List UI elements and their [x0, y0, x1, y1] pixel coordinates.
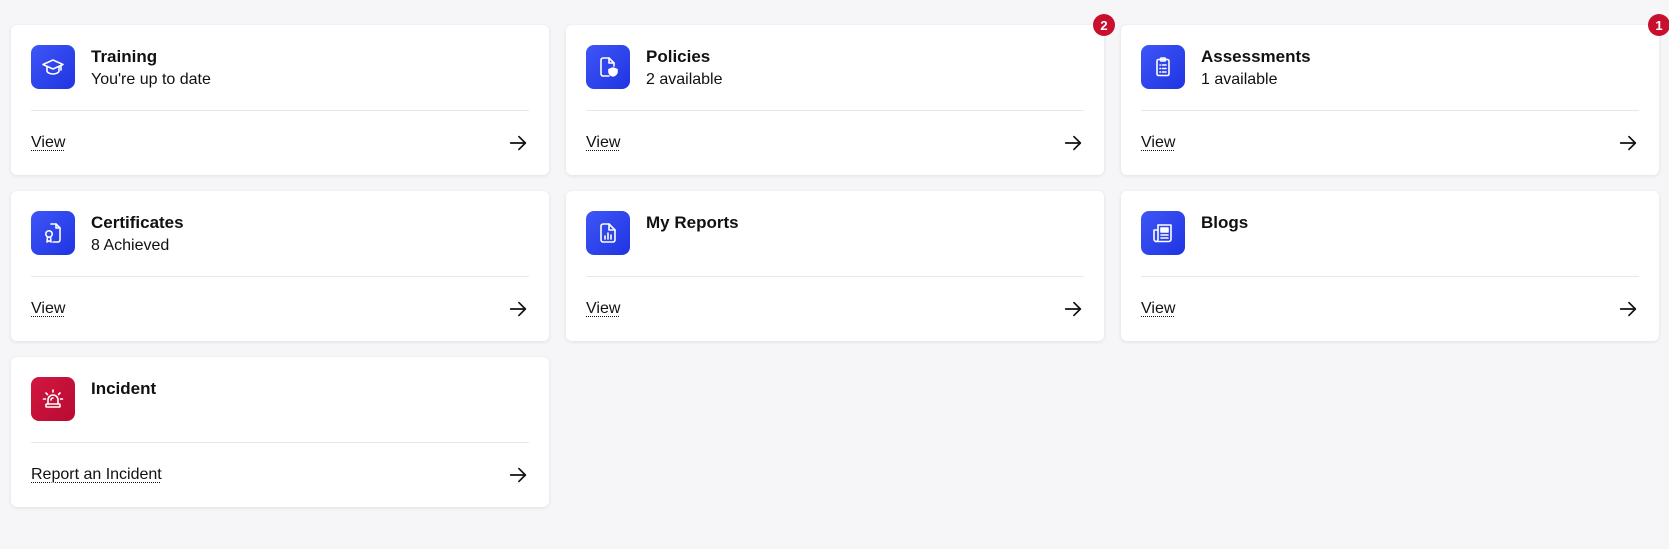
report-chart-document-icon [586, 211, 630, 255]
card-title: Incident [91, 379, 157, 398]
card-title: My Reports [646, 213, 739, 232]
clipboard-list-icon [1141, 45, 1185, 89]
card-subtitle: 8 Achieved [91, 237, 170, 254]
card-title: Policies [646, 47, 711, 66]
arrow-right-icon[interactable] [507, 464, 529, 486]
view-link-label[interactable]: View [1141, 134, 1175, 152]
training-card: Training You're up to date View [11, 25, 549, 175]
card-header: Assessments 1 available [1141, 45, 1639, 91]
assessments-view-link[interactable]: View [1141, 130, 1639, 156]
newspaper-icon [1141, 211, 1185, 255]
card-header: My Reports [586, 211, 1084, 255]
card-title: Training [91, 47, 158, 66]
card-title: Certificates [91, 213, 184, 232]
policies-card: 2 Policies 2 available View [566, 14, 1115, 175]
view-link-label[interactable]: View [31, 134, 65, 152]
divider [31, 276, 529, 277]
notification-badge: 2 [1093, 14, 1115, 36]
divider [31, 442, 529, 443]
my-reports-card: My Reports View [566, 191, 1104, 341]
view-link-label[interactable]: View [1141, 300, 1175, 318]
arrow-right-icon[interactable] [507, 298, 529, 320]
report-incident-label[interactable]: Report an Incident [31, 466, 162, 484]
incident-card: Incident Report an Incident [11, 357, 549, 507]
my-reports-view-link[interactable]: View [586, 296, 1084, 322]
card-header: Incident [31, 377, 529, 421]
policy-document-shield-icon [586, 45, 630, 89]
notification-badge: 1 [1648, 14, 1669, 36]
certificates-view-link[interactable]: View [31, 296, 529, 322]
blogs-view-link[interactable]: View [1141, 296, 1639, 322]
blogs-card: Blogs View [1121, 191, 1659, 341]
arrow-right-icon[interactable] [507, 132, 529, 154]
card-subtitle: 2 available [646, 71, 723, 88]
arrow-right-icon[interactable] [1617, 132, 1639, 154]
policies-view-link[interactable]: View [586, 130, 1084, 156]
divider [1141, 276, 1639, 277]
divider [586, 276, 1084, 277]
card-header: Certificates 8 Achieved [31, 211, 529, 257]
arrow-right-icon[interactable] [1062, 132, 1084, 154]
divider [1141, 110, 1639, 111]
siren-alarm-icon [31, 377, 75, 421]
assessments-card: 1 Assessments 1 available View [1121, 14, 1669, 175]
certificate-document-icon [31, 211, 75, 255]
card-header: Training You're up to date [31, 45, 529, 91]
training-view-link[interactable]: View [31, 130, 529, 156]
arrow-right-icon[interactable] [1062, 298, 1084, 320]
view-link-label[interactable]: View [586, 134, 620, 152]
dashboard-cards-grid: Training You're up to date View 2 Polici… [11, 14, 1669, 507]
card-title: Assessments [1201, 47, 1311, 66]
report-incident-link[interactable]: Report an Incident [31, 462, 529, 488]
card-header: Policies 2 available [586, 45, 1084, 91]
arrow-right-icon[interactable] [1617, 298, 1639, 320]
view-link-label[interactable]: View [586, 300, 620, 318]
divider [31, 110, 529, 111]
card-subtitle: 1 available [1201, 71, 1278, 88]
card-header: Blogs [1141, 211, 1639, 255]
graduation-cap-icon [31, 45, 75, 89]
card-title: Blogs [1201, 213, 1249, 232]
view-link-label[interactable]: View [31, 300, 65, 318]
card-subtitle: You're up to date [91, 71, 211, 88]
divider [586, 110, 1084, 111]
certificates-card: Certificates 8 Achieved View [11, 191, 549, 341]
